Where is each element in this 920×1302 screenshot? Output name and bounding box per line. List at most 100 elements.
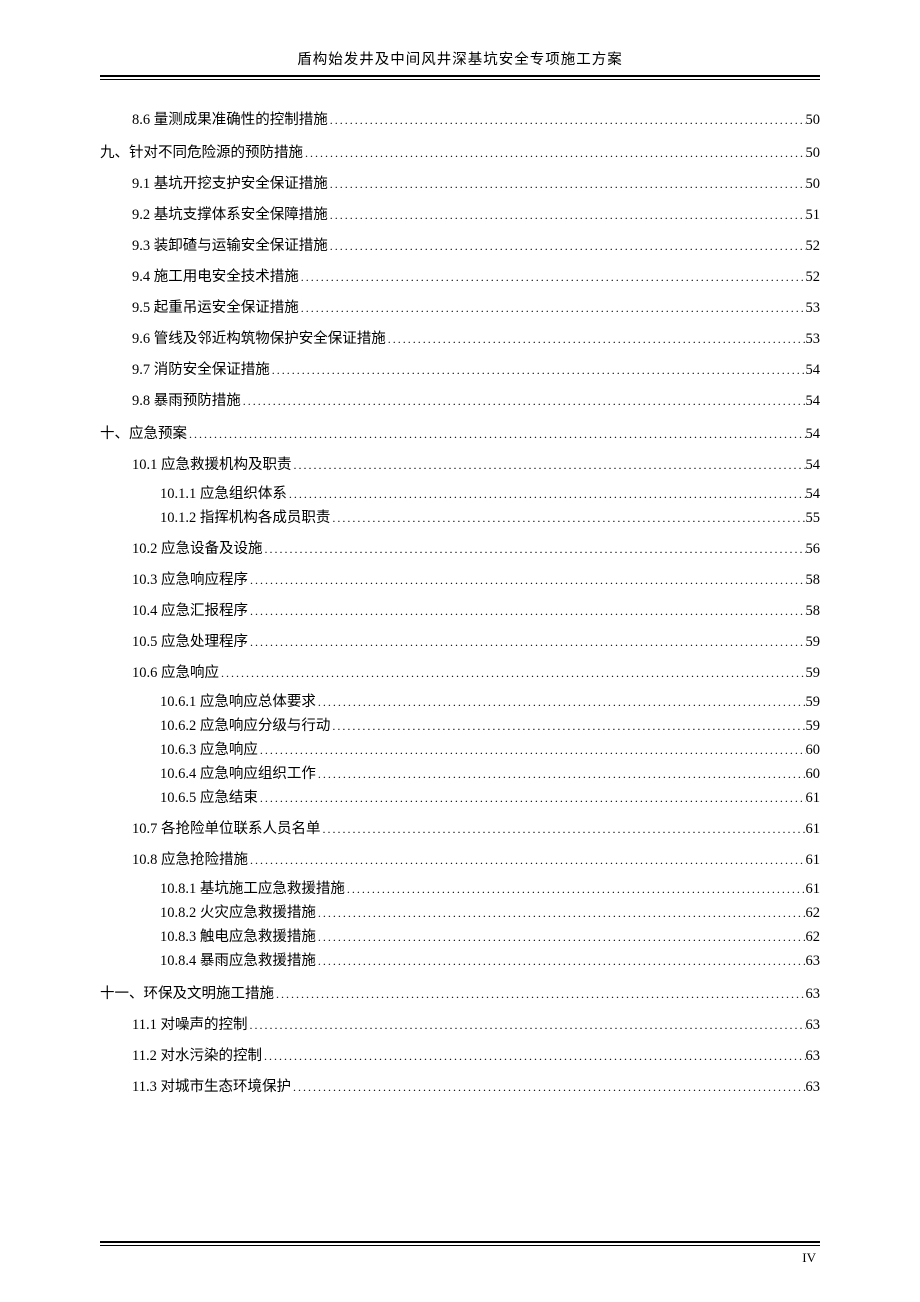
toc-label: 十一、环保及文明施工措施 — [100, 982, 274, 1003]
toc-label: 9.1 基坑开挖支护安全保证措施 — [132, 172, 328, 193]
toc-leader-dots — [316, 906, 806, 921]
toc-label: 十、应急预案 — [100, 422, 187, 443]
toc-entry[interactable]: 10.6.5 应急结束61 — [160, 786, 820, 807]
toc-page: 61 — [806, 790, 821, 807]
toc-label: 10.3 应急响应程序 — [132, 568, 248, 589]
header-rule — [100, 75, 820, 80]
toc-label: 9.4 施工用电安全技术措施 — [132, 265, 299, 286]
toc-page: 59 — [806, 665, 821, 682]
toc-entry[interactable]: 10.8.2 火灾应急救援措施 62 — [160, 901, 820, 922]
toc-entry[interactable]: 10.6.3 应急响应60 — [160, 738, 820, 759]
toc-label: 10.1.1 应急组织体系 — [160, 482, 287, 503]
toc-entry[interactable]: 9.5 起重吊运安全保证措施53 — [132, 296, 820, 317]
toc-entry[interactable]: 9.3 装卸碴与运输安全保证措施52 — [132, 234, 820, 255]
toc-leader-dots — [316, 930, 806, 945]
toc-leader-dots — [328, 113, 806, 128]
toc-label: 9.8 暴雨预防措施 — [132, 389, 241, 410]
toc-entry[interactable]: 11.1 对噪声的控制63 — [132, 1013, 820, 1034]
toc-label: 10.4 应急汇报程序 — [132, 599, 248, 620]
toc-leader-dots — [330, 511, 805, 526]
toc-entry[interactable]: 11.2 对水污染的控制63 — [132, 1044, 820, 1065]
toc-page: 59 — [806, 718, 821, 735]
toc-leader-dots — [248, 573, 806, 588]
toc-label: 10.1 应急救援机构及职责 — [132, 453, 292, 474]
toc-entry[interactable]: 十一、环保及文明施工措施 63 — [100, 982, 820, 1003]
toc-entry[interactable]: 9.4 施工用电安全技术措施52 — [132, 265, 820, 286]
toc-page: 56 — [806, 541, 821, 558]
toc-leader-dots — [316, 695, 806, 710]
toc-label: 10.7 各抢险单位联系人员名单 — [132, 817, 321, 838]
toc-page: 62 — [806, 929, 821, 946]
toc-page: 61 — [806, 852, 821, 869]
toc-page: 54 — [806, 393, 821, 410]
toc-entry[interactable]: 10.7 各抢险单位联系人员名单 61 — [132, 817, 820, 838]
toc-entry[interactable]: 9.2 基坑支撑体系安全保障措施51 — [132, 203, 820, 224]
toc-label: 10.6.2 应急响应分级与行动 — [160, 714, 330, 735]
toc-leader-dots — [299, 270, 806, 285]
toc-entry[interactable]: 九、针对不同危险源的预防措施50 — [100, 141, 820, 162]
toc-entry[interactable]: 10.8.1 基坑施工应急救援措施61 — [160, 877, 820, 898]
toc-entry[interactable]: 10.1.2 指挥机构各成员职责55 — [160, 506, 820, 527]
toc-entry[interactable]: 9.6 管线及邻近构筑物保护安全保证措施 53 — [132, 327, 820, 348]
toc-page: 63 — [806, 1048, 821, 1065]
toc-leader-dots — [321, 822, 806, 837]
toc-entry[interactable]: 9.1 基坑开挖支护安全保证措施50 — [132, 172, 820, 193]
toc-entry[interactable]: 10.8.4 暴雨应急救援措施63 — [160, 949, 820, 970]
toc-leader-dots — [299, 301, 806, 316]
toc-label: 9.6 管线及邻近构筑物保护安全保证措施 — [132, 327, 386, 348]
toc-page: 54 — [806, 426, 821, 443]
toc-entry[interactable]: 10.2 应急设备及设施 56 — [132, 537, 820, 558]
toc-entry[interactable]: 10.3 应急响应程序58 — [132, 568, 820, 589]
toc-page: 61 — [806, 821, 821, 838]
footer-rule — [100, 1241, 820, 1246]
toc-leader-dots — [270, 363, 806, 378]
toc-page: 53 — [806, 331, 821, 348]
toc-label: 10.5 应急处理程序 — [132, 630, 248, 651]
toc-page: 62 — [806, 905, 821, 922]
toc-entry[interactable]: 9.8 暴雨预防措施 54 — [132, 389, 820, 410]
toc-label: 九、针对不同危险源的预防措施 — [100, 141, 303, 162]
toc-leader-dots — [248, 853, 806, 868]
toc-entry[interactable]: 10.1 应急救援机构及职责54 — [132, 453, 820, 474]
toc-label: 9.7 消防安全保证措施 — [132, 358, 270, 379]
toc-label: 10.8.1 基坑施工应急救援措施 — [160, 877, 345, 898]
toc-entry[interactable]: 10.6.4 应急响应组织工作60 — [160, 762, 820, 783]
toc-page: 59 — [806, 694, 821, 711]
toc-page: 55 — [806, 510, 821, 527]
toc-label: 10.6.1 应急响应总体要求 — [160, 690, 316, 711]
toc-page: 54 — [806, 362, 821, 379]
toc-page: 63 — [806, 1017, 821, 1034]
toc-label: 10.8.3 触电应急救援措施 — [160, 925, 316, 946]
toc-leader-dots — [328, 239, 806, 254]
toc-leader-dots — [258, 743, 806, 758]
toc-entry[interactable]: 9.7 消防安全保证措施 54 — [132, 358, 820, 379]
toc-leader-dots — [328, 177, 806, 192]
toc-page: 63 — [806, 953, 821, 970]
toc-label: 10.8.2 火灾应急救援措施 — [160, 901, 316, 922]
toc-leader-dots — [345, 882, 806, 897]
toc-leader-dots — [330, 719, 805, 734]
toc-label: 10.8 应急抢险措施 — [132, 848, 248, 869]
toc-entry[interactable]: 10.5 应急处理程序59 — [132, 630, 820, 651]
toc-entry[interactable]: 10.8.3 触电应急救援措施 62 — [160, 925, 820, 946]
toc-entry[interactable]: 10.6.2 应急响应分级与行动 59 — [160, 714, 820, 735]
toc-entry[interactable]: 10.6 应急响应59 — [132, 661, 820, 682]
toc-leader-dots — [263, 542, 806, 557]
toc-label: 8.6 量测成果准确性的控制措施 — [132, 108, 328, 129]
toc-page: 58 — [806, 603, 821, 620]
table-of-contents: 8.6 量测成果准确性的控制措施50 九、针对不同危险源的预防措施50 9.1 基坑… — [100, 108, 820, 1096]
toc-entry[interactable]: 10.8 应急抢险措施 61 — [132, 848, 820, 869]
toc-label: 10.6.3 应急响应 — [160, 738, 258, 759]
toc-page: 53 — [806, 300, 821, 317]
toc-leader-dots — [316, 954, 806, 969]
toc-label: 10.2 应急设备及设施 — [132, 537, 263, 558]
toc-entry[interactable]: 十、应急预案 54 — [100, 422, 820, 443]
toc-entry[interactable]: 10.1.1 应急组织体系54 — [160, 482, 820, 503]
toc-leader-dots — [248, 604, 806, 619]
toc-page: 63 — [806, 986, 821, 1003]
toc-entry[interactable]: 11.3 对城市生态环境保护63 — [132, 1075, 820, 1096]
toc-entry[interactable]: 10.6.1 应急响应总体要求 59 — [160, 690, 820, 711]
toc-entry[interactable]: 10.4 应急汇报程序 58 — [132, 599, 820, 620]
toc-leader-dots — [316, 767, 806, 782]
toc-entry[interactable]: 8.6 量测成果准确性的控制措施50 — [132, 108, 820, 129]
